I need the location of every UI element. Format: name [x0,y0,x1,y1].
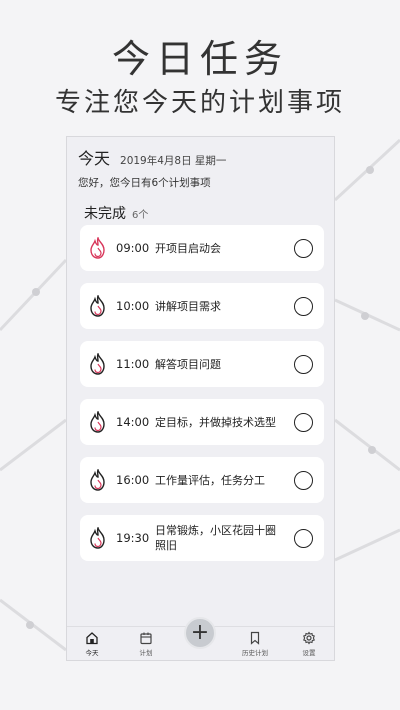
add-task-button[interactable]: + [184,617,216,649]
promo-title: 今日任务 [111,37,288,81]
task-time: 11:00 [116,357,150,371]
task-item[interactable]: 11:00 解答项目问题 [80,341,324,387]
task-checkbox[interactable] [294,297,313,316]
tab-label: 历史计划 [242,649,268,657]
section-title: 未完成 [84,206,126,222]
task-checkbox[interactable] [294,239,313,258]
task-checkbox[interactable] [294,355,313,374]
flame-icon [90,469,105,491]
task-item[interactable]: 19:30 日常锻炼，小区花园十圈 照旧 [80,515,324,561]
flame-icon [90,237,105,259]
section-count: 6个 [132,210,149,221]
task-checkbox[interactable] [294,471,313,490]
task-item[interactable]: 09:00 开项目启动会 [80,225,324,271]
date-label: 2019年4月8日 星期一 [120,155,227,167]
bookmark-icon [250,631,260,645]
task-list: 09:00 开项目启动会 10:00 讲解项目需求 11:00 解答项目问题 1… [80,225,324,573]
task-time: 19:30 [116,531,150,545]
tab-label: 设置 [302,649,316,657]
incomplete-section-header: 未完成 6个 [84,203,148,223]
tab-today[interactable]: 今天 [72,631,112,657]
task-title: 日常锻炼，小区花园十圈 照旧 [155,524,276,552]
task-item[interactable]: 16:00 工作量评估，任务分工 [80,457,324,503]
task-title: 开项目启动会 [155,241,221,255]
today-header: 今天 2019年4月8日 星期一 您好，您今日有6个计划事项 [78,145,326,190]
task-title: 讲解项目需求 [155,299,221,313]
task-title: 解答项目问题 [155,357,221,371]
bottom-tab-bar: 今天 计划 + 历史计划 设置 [67,617,334,660]
tab-settings[interactable]: 设置 [289,631,329,657]
task-title: 工作量评估，任务分工 [155,473,265,487]
task-item[interactable]: 10:00 讲解项目需求 [80,283,324,329]
home-icon [86,632,98,645]
phone-screen: 今天 2019年4月8日 星期一 您好，您今日有6个计划事项 未完成 6个 09… [66,136,335,661]
calendar-icon [140,632,152,645]
task-checkbox[interactable] [294,529,313,548]
tab-history[interactable]: 历史计划 [235,631,275,657]
task-title: 定目标，并做掉技术选型 [155,415,276,429]
task-checkbox[interactable] [294,413,313,432]
task-time: 16:00 [116,473,150,487]
tab-label: 今天 [85,649,99,657]
gear-icon [303,631,315,645]
flame-icon [90,353,105,375]
flame-icon [90,527,105,549]
tab-plan[interactable]: 计划 [126,631,166,657]
task-time: 14:00 [116,415,150,429]
task-item[interactable]: 14:00 定目标，并做掉技术选型 [80,399,324,445]
tab-label: 计划 [139,649,153,657]
greeting-text: 您好，您今日有6个计划事项 [78,177,211,189]
promo-subtitle: 专注您今天的计划事项 [54,88,345,118]
task-time: 09:00 [116,241,150,255]
flame-icon [90,295,105,317]
page-title: 今天 [78,149,111,168]
flame-icon [90,411,105,433]
task-time: 10:00 [116,299,150,313]
